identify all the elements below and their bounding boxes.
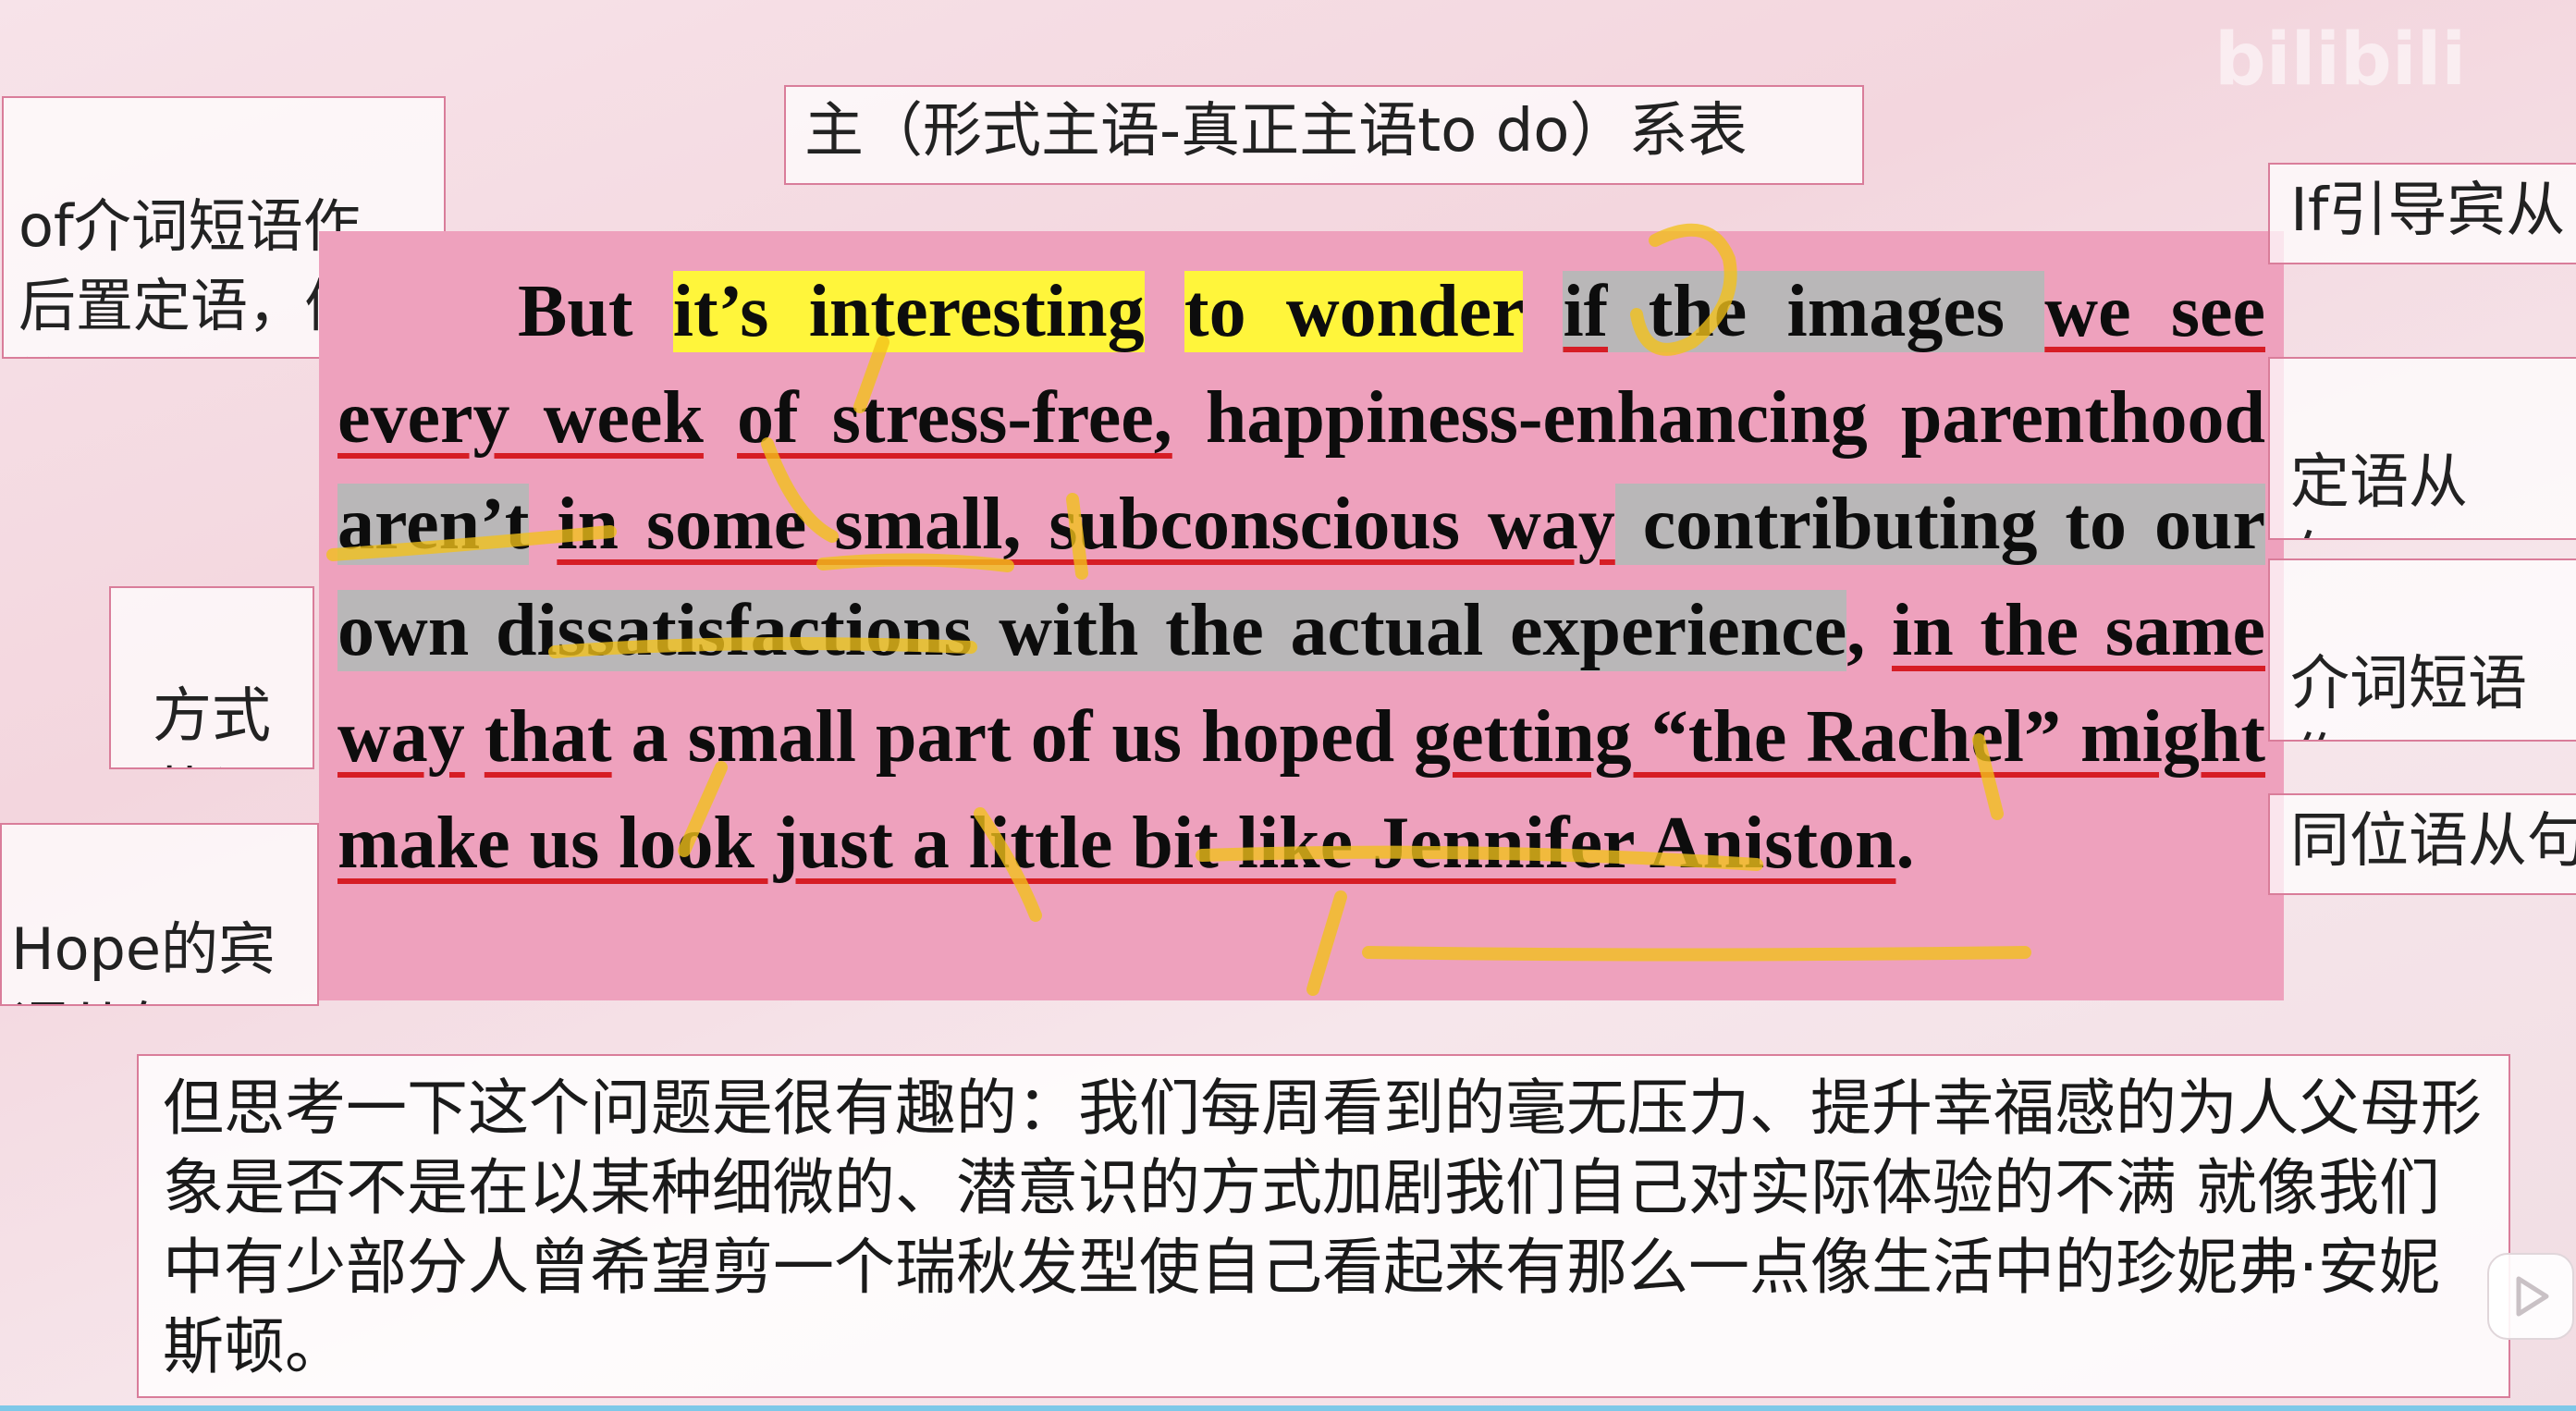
seg-space-5 [465,696,485,778]
annotation-manner-adverbial: 方式 状语 [109,586,314,769]
english-sentence: But it’s interesting to wonder if the im… [337,259,2266,897]
seg-arent: aren’t [337,484,530,565]
seg-the-images: the images [1608,271,2045,352]
annotation-structure: 主（形式主语-真正主语to do）系表 [784,85,1864,185]
annotation-structure-text: 主（形式主语-真正主语to do）系表 [804,97,1748,166]
seg-period: . [1895,803,1915,884]
annotation-manner-adverbial-text: 方式 状语 [153,682,271,767]
annotation-attributive-clause-text: 定语从句， 省略了that [2290,448,2468,538]
seg-space-4 [529,484,557,565]
annotation-if-object-clause-text: If引导宾从 [2290,177,2566,245]
progress-line [0,1405,2576,1411]
seg-that: that [484,696,612,778]
seg-to-wonder: to wonder [1184,271,1524,352]
annotation-prep-phrase: 介词短语作 方式状语 [2268,558,2576,742]
seg-but: But [518,271,673,352]
annotation-appositive-clause-text: 同位语从句 [2290,807,2576,876]
play-button[interactable] [2487,1253,2574,1340]
translation-text: 但思考一下这个问题是很有趣的：我们每周看到的毫无压力、提升幸福感的为人父母形象是… [163,1073,2482,1382]
annotation-hope-object: Hope的宾 语从句 [0,823,319,1006]
annotation-if-object-clause: If引导宾从 [2268,163,2576,264]
annotation-of-phrase-text: of介词短语作 后置定语，修 饰images [18,192,363,357]
annotation-hope-object-text: Hope的宾 语从句 [11,915,276,1004]
seg-happiness-parenthood: happiness-enhancing parenthood [1171,377,2266,459]
seg-space-2 [1523,271,1563,352]
annotation-appositive-clause: 同位语从句 [2268,793,2576,895]
seg-in-some-small-way: in some small, subconscious way [557,484,1615,565]
translation-box: 但思考一下这个问题是很有趣的：我们每周看到的毫无压力、提升幸福感的为人父母形象是… [137,1054,2510,1398]
watermark-logo: bilibili [2214,18,2467,102]
seg-small-part-hoped: a small part of us hoped [611,696,1415,778]
play-icon [2516,1276,2549,1317]
annotation-attributive-clause: 定语从句， 省略了that [2268,357,2576,540]
seg-space-1 [1145,271,1184,352]
sentence-block: But it’s interesting to wonder if the im… [319,231,2284,1000]
seg-comma: , [1846,590,1892,671]
seg-of-stress-free: of stress-free, [737,377,1172,459]
seg-if: if [1563,271,1609,352]
seg-space-3 [704,377,737,459]
seg-its-interesting: it’s interesting [672,271,1145,352]
annotation-prep-phrase-text: 介词短语作 方式状语 [2290,650,2527,740]
